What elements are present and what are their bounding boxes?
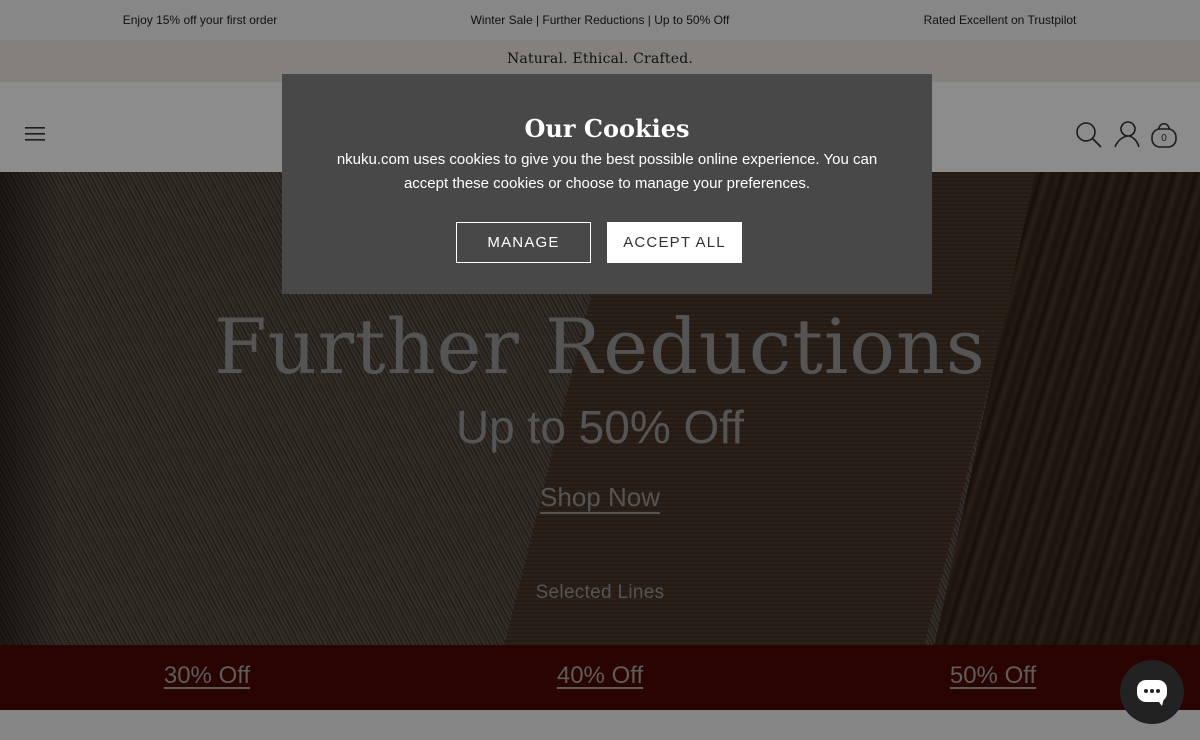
cookie-text: nkuku.com uses cookies to give you the b… bbox=[336, 151, 878, 192]
cookie-modal: Our Cookies nkuku.com uses cookies to gi… bbox=[282, 74, 932, 294]
manage-button[interactable]: MANAGE bbox=[456, 222, 591, 263]
cookie-title: Our Cookies bbox=[524, 114, 690, 143]
accept-all-button[interactable]: ACCEPT ALL bbox=[607, 222, 742, 263]
chat-button[interactable] bbox=[1120, 660, 1184, 724]
